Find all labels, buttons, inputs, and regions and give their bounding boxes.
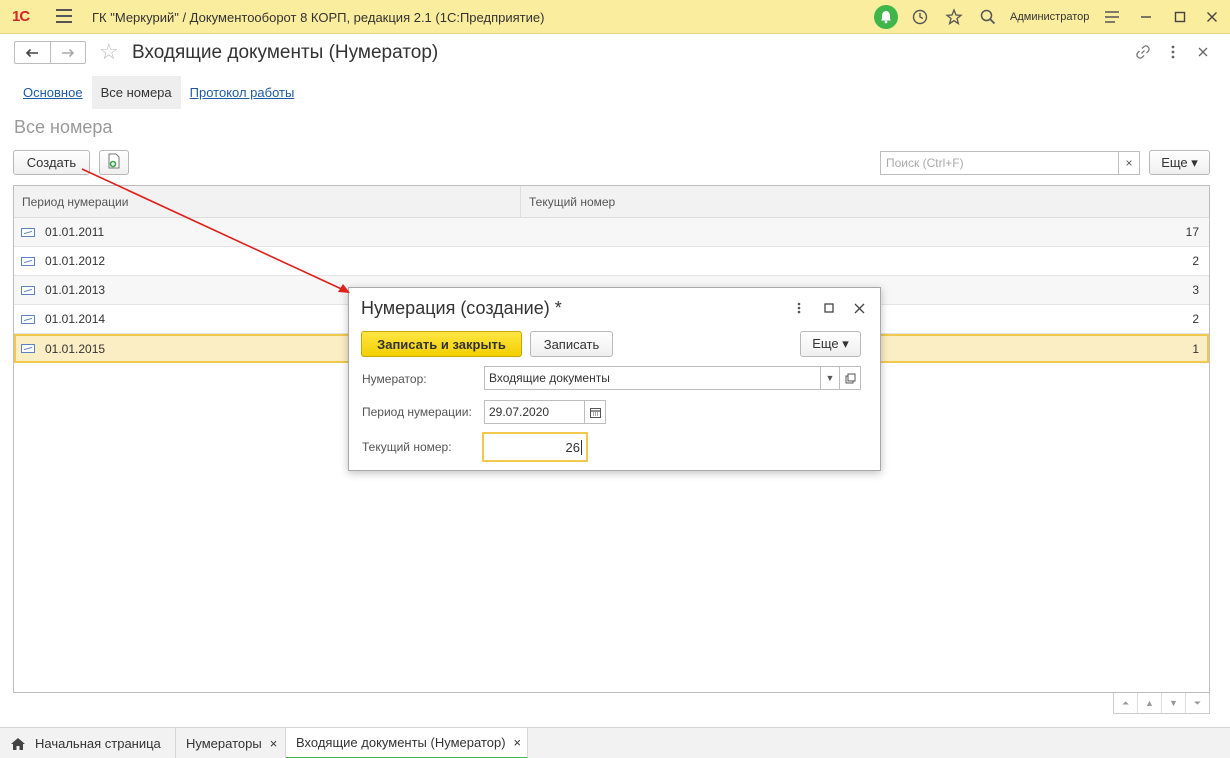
record-icon <box>21 285 35 295</box>
favorites-star-icon[interactable] <box>944 7 964 27</box>
scroll-to-top-icon[interactable]: ⏶ <box>1114 693 1137 713</box>
row-period: 01.01.2015 <box>45 341 106 356</box>
table-row[interactable]: 01.01.2011 17 <box>14 218 1209 247</box>
numerator-field[interactable]: Входящие документы <box>484 366 821 390</box>
save-button[interactable]: Записать <box>530 331 613 357</box>
scroll-down-icon[interactable]: ▼ <box>1161 693 1185 713</box>
close-tab-icon[interactable]: × <box>270 736 278 751</box>
table-pager: ⏶ ▲ ▼ ⏷ <box>1113 693 1210 714</box>
row-period: 01.01.2012 <box>45 254 106 268</box>
more-button[interactable]: Еще ▾ <box>1149 150 1210 175</box>
close-window-icon[interactable] <box>1202 7 1222 27</box>
search-clear-button[interactable]: × <box>1118 151 1140 175</box>
scroll-up-icon[interactable]: ▲ <box>1137 693 1161 713</box>
taskbar-tab-label: Нумераторы <box>186 736 262 751</box>
copy-doc-icon <box>107 153 121 172</box>
dialog-more-button[interactable]: Еще ▾ <box>800 331 861 357</box>
search-icon[interactable] <box>978 7 998 27</box>
tab-all-numbers[interactable]: Все номера <box>91 76 181 109</box>
back-arrow-icon[interactable] <box>15 42 51 63</box>
save-and-close-button[interactable]: Записать и закрыть <box>361 331 522 357</box>
notifications-bell-icon[interactable] <box>874 5 898 29</box>
settings-menu-icon[interactable] <box>1102 7 1122 27</box>
form-tabs: Основное Все номера Протокол работы <box>14 76 303 109</box>
close-tab-icon[interactable]: × <box>514 735 522 750</box>
add-to-favorites-star-icon[interactable]: ☆ <box>99 40 119 64</box>
row-number: 2 <box>1192 254 1199 268</box>
tab-main[interactable]: Основное <box>14 76 92 109</box>
current-number-field[interactable]: 26 <box>482 432 588 462</box>
search-input[interactable]: Поиск (Ctrl+F) <box>880 151 1120 175</box>
period-date-field[interactable]: 29.07.2020 <box>484 400 585 424</box>
forward-arrow-icon[interactable] <box>51 42 86 63</box>
row-number: 3 <box>1192 283 1199 297</box>
open-windows-bar: Начальная страница Нумераторы × Входящие… <box>0 727 1230 758</box>
column-header-current-number[interactable]: Текущий номер <box>521 186 1209 218</box>
row-number: 1 <box>1192 341 1199 356</box>
history-icon[interactable] <box>910 7 930 27</box>
taskbar-home-label: Начальная страница <box>35 736 161 751</box>
dialog-title: Нумерация (создание) * <box>361 298 562 318</box>
main-menu-icon[interactable] <box>56 9 72 23</box>
scroll-to-bottom-icon[interactable]: ⏷ <box>1185 693 1209 713</box>
app-title: ГК "Меркурий" / Документооборот 8 КОРП, … <box>92 10 545 25</box>
taskbar-incoming-docs-tab[interactable]: Входящие документы (Нумератор) × <box>286 728 528 758</box>
dialog-close-icon[interactable] <box>851 300 867 316</box>
dialog-more-icon[interactable] <box>791 300 807 316</box>
link-icon[interactable] <box>1134 43 1152 61</box>
copy-button[interactable] <box>99 150 129 175</box>
record-icon <box>21 344 35 353</box>
table-header: Период нумерации Текущий номер <box>14 186 1209 218</box>
record-icon <box>21 227 35 237</box>
numerator-open-icon[interactable] <box>839 366 861 390</box>
home-icon <box>10 737 26 751</box>
row-period: 01.01.2014 <box>45 312 106 326</box>
minimize-icon[interactable] <box>1136 7 1156 27</box>
numerator-dropdown-icon[interactable]: ▼ <box>820 366 840 390</box>
calendar-icon[interactable] <box>584 400 606 424</box>
column-header-period[interactable]: Период нумерации <box>14 186 521 218</box>
more-actions-icon[interactable] <box>1164 43 1182 61</box>
app-titlebar: 1С ГК "Меркурий" / Документооборот 8 КОР… <box>0 0 1230 34</box>
table-row[interactable]: 01.01.2012 2 <box>14 247 1209 276</box>
row-number: 2 <box>1192 312 1199 326</box>
taskbar-numerators-tab[interactable]: Нумераторы × <box>176 728 286 758</box>
create-button[interactable]: Создать <box>13 150 90 175</box>
record-icon <box>21 256 35 266</box>
text-cursor <box>581 439 582 455</box>
row-period: 01.01.2011 <box>45 225 105 239</box>
row-period: 01.01.2013 <box>45 283 106 297</box>
form-title: Входящие документы (Нумератор) <box>132 42 439 63</box>
section-title: Все номера <box>14 117 113 137</box>
taskbar-tab-label: Входящие документы (Нумератор) <box>296 735 506 750</box>
maximize-icon[interactable] <box>1170 7 1190 27</box>
tab-work-log[interactable]: Протокол работы <box>181 76 304 109</box>
navigation-buttons <box>14 41 86 64</box>
record-icon <box>21 314 35 324</box>
app-logo[interactable]: 1С <box>12 8 30 25</box>
numbering-create-dialog: Нумерация (создание) * Записать и закрыт… <box>348 287 881 471</box>
row-number: 17 <box>1185 225 1199 239</box>
current-number-label: Текущий номер: <box>362 440 452 454</box>
period-label: Период нумерации: <box>362 405 472 419</box>
taskbar-home-tab[interactable]: Начальная страница <box>0 728 176 758</box>
close-form-icon[interactable] <box>1194 43 1212 61</box>
current-number-value: 26 <box>565 439 580 455</box>
current-user[interactable]: Администратор <box>1010 11 1089 23</box>
numerator-label: Нумератор: <box>362 372 427 386</box>
dialog-maximize-icon[interactable] <box>821 300 837 316</box>
